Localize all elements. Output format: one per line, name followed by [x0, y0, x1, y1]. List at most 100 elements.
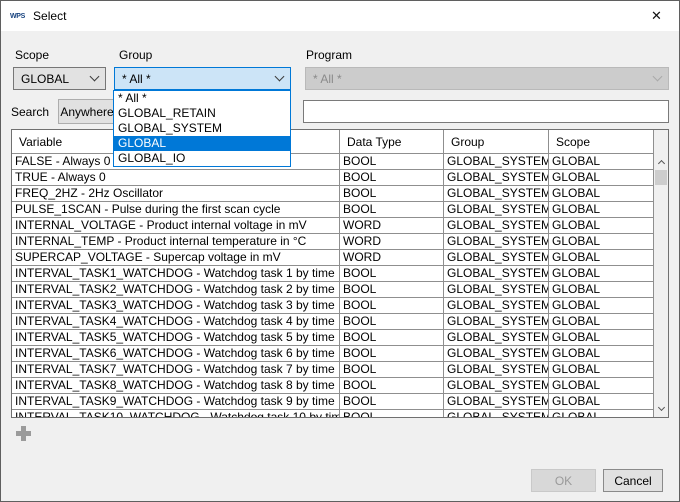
- cell-group: GLOBAL_SYSTEM: [444, 202, 549, 218]
- cell-data-type: BOOL: [340, 378, 444, 394]
- table-row[interactable]: FALSE - Always 0BOOLGLOBAL_SYSTEMGLOBAL: [12, 154, 668, 170]
- search-input[interactable]: [303, 100, 669, 123]
- group-dropdown-option[interactable]: GLOBAL_SYSTEM: [114, 121, 290, 136]
- select-dialog: WPS Select ✕ Scope Group Program GLOBAL …: [0, 0, 680, 502]
- vertical-scrollbar[interactable]: [654, 130, 668, 417]
- cell-scope: GLOBAL: [549, 266, 654, 282]
- scrollbar-thumb[interactable]: [655, 170, 667, 185]
- close-icon: ✕: [651, 8, 662, 23]
- table-row[interactable]: INTERVAL_TASK8_WATCHDOG - Watchdog task …: [12, 378, 668, 394]
- table-row[interactable]: INTERVAL_TASK7_WATCHDOG - Watchdog task …: [12, 362, 668, 378]
- table-row[interactable]: INTERVAL_TASK6_WATCHDOG - Watchdog task …: [12, 346, 668, 362]
- cell-group: GLOBAL_SYSTEM: [444, 234, 549, 250]
- cell-scope: GLOBAL: [549, 298, 654, 314]
- column-header-group: Group: [444, 130, 549, 154]
- cell-variable: INTERVAL_TASK10_WATCHDOG - Watchdog task…: [12, 410, 340, 418]
- scope-select-value: GLOBAL: [21, 72, 69, 86]
- titlebar[interactable]: WPS Select ✕: [1, 1, 679, 31]
- cell-variable: INTERVAL_TASK6_WATCHDOG - Watchdog task …: [12, 346, 340, 362]
- cell-scope: GLOBAL: [549, 282, 654, 298]
- table-row[interactable]: INTERVAL_TASK3_WATCHDOG - Watchdog task …: [12, 298, 668, 314]
- cell-variable: FREQ_2HZ - 2Hz Oscillator: [12, 186, 340, 202]
- cell-scope: GLOBAL: [549, 250, 654, 266]
- cell-scope: GLOBAL: [549, 346, 654, 362]
- cell-data-type: WORD: [340, 218, 444, 234]
- group-dropdown-option[interactable]: * All *: [114, 91, 290, 106]
- cell-variable: INTERVAL_TASK4_WATCHDOG - Watchdog task …: [12, 314, 340, 330]
- cell-group: GLOBAL_SYSTEM: [444, 218, 549, 234]
- cell-scope: GLOBAL: [549, 330, 654, 346]
- program-select-value: * All *: [313, 72, 342, 86]
- plus-icon: [16, 426, 31, 441]
- cell-variable: INTERVAL_TASK7_WATCHDOG - Watchdog task …: [12, 362, 340, 378]
- chevron-down-icon: [657, 404, 664, 411]
- cell-scope: GLOBAL: [549, 154, 654, 170]
- cell-variable: INTERVAL_TASK5_WATCHDOG - Watchdog task …: [12, 330, 340, 346]
- group-label: Group: [119, 48, 152, 62]
- cell-scope: GLOBAL: [549, 234, 654, 250]
- search-label: Search: [11, 105, 49, 119]
- cell-data-type: BOOL: [340, 346, 444, 362]
- chevron-down-icon: [275, 72, 285, 82]
- dialog-content: Scope Group Program GLOBAL * All * * All…: [1, 31, 679, 501]
- cell-variable: INTERVAL_TASK9_WATCHDOG - Watchdog task …: [12, 394, 340, 410]
- cell-group: GLOBAL_SYSTEM: [444, 170, 549, 186]
- cell-data-type: BOOL: [340, 298, 444, 314]
- column-header-data-type: Data Type: [340, 130, 444, 154]
- cell-scope: GLOBAL: [549, 186, 654, 202]
- group-dropdown-option[interactable]: GLOBAL_RETAIN: [114, 106, 290, 121]
- cell-variable: TRUE - Always 0: [12, 170, 340, 186]
- table-row[interactable]: FREQ_2HZ - 2Hz OscillatorBOOLGLOBAL_SYST…: [12, 186, 668, 202]
- group-dropdown-option[interactable]: GLOBAL: [114, 136, 290, 151]
- close-button[interactable]: ✕: [634, 1, 679, 31]
- cell-variable: INTERVAL_TASK3_WATCHDOG - Watchdog task …: [12, 298, 340, 314]
- group-select[interactable]: * All *: [114, 67, 291, 90]
- table-row[interactable]: INTERVAL_TASK10_WATCHDOG - Watchdog task…: [12, 410, 668, 418]
- table-row[interactable]: INTERVAL_TASK1_WATCHDOG - Watchdog task …: [12, 266, 668, 282]
- cell-group: GLOBAL_SYSTEM: [444, 282, 549, 298]
- table-row[interactable]: INTERVAL_TASK5_WATCHDOG - Watchdog task …: [12, 330, 668, 346]
- scope-label: Scope: [15, 48, 49, 62]
- cell-scope: GLOBAL: [549, 314, 654, 330]
- window-title: Select: [33, 9, 66, 23]
- cell-data-type: BOOL: [340, 186, 444, 202]
- table-row[interactable]: SUPERCAP_VOLTAGE - Supercap voltage in m…: [12, 250, 668, 266]
- cell-group: GLOBAL_SYSTEM: [444, 362, 549, 378]
- cell-group: GLOBAL_SYSTEM: [444, 314, 549, 330]
- cell-data-type: BOOL: [340, 202, 444, 218]
- scroll-down-button[interactable]: [654, 401, 668, 417]
- cell-group: GLOBAL_SYSTEM: [444, 266, 549, 282]
- table-row[interactable]: PULSE_1SCAN - Pulse during the first sca…: [12, 202, 668, 218]
- scroll-up-button[interactable]: [654, 154, 668, 170]
- cell-scope: GLOBAL: [549, 202, 654, 218]
- table-row[interactable]: INTERVAL_TASK2_WATCHDOG - Watchdog task …: [12, 282, 668, 298]
- search-mode-button[interactable]: Anywhere: [58, 99, 116, 124]
- group-dropdown-list: * All *GLOBAL_RETAINGLOBAL_SYSTEMGLOBALG…: [113, 90, 291, 167]
- chevron-down-icon: [90, 72, 100, 82]
- cell-group: GLOBAL_SYSTEM: [444, 330, 549, 346]
- cell-scope: GLOBAL: [549, 378, 654, 394]
- group-select-value: * All *: [122, 72, 151, 86]
- variables-table-body: FALSE - Always 0BOOLGLOBAL_SYSTEMGLOBALT…: [12, 154, 668, 418]
- cell-variable: INTERNAL_TEMP - Product internal tempera…: [12, 234, 340, 250]
- cell-data-type: WORD: [340, 250, 444, 266]
- cancel-button[interactable]: Cancel: [603, 469, 663, 492]
- group-dropdown-option[interactable]: GLOBAL_IO: [114, 151, 290, 166]
- program-select: * All *: [305, 67, 669, 90]
- scope-select[interactable]: GLOBAL: [13, 67, 106, 90]
- table-row[interactable]: INTERNAL_VOLTAGE - Product internal volt…: [12, 218, 668, 234]
- table-row[interactable]: INTERVAL_TASK9_WATCHDOG - Watchdog task …: [12, 394, 668, 410]
- cell-scope: GLOBAL: [549, 410, 654, 418]
- add-variable-button[interactable]: [11, 421, 35, 445]
- cell-variable: PULSE_1SCAN - Pulse during the first sca…: [12, 202, 340, 218]
- cell-group: GLOBAL_SYSTEM: [444, 186, 549, 202]
- cell-data-type: BOOL: [340, 410, 444, 418]
- table-row[interactable]: TRUE - Always 0BOOLGLOBAL_SYSTEMGLOBAL: [12, 170, 668, 186]
- cell-variable: INTERVAL_TASK1_WATCHDOG - Watchdog task …: [12, 266, 340, 282]
- cell-scope: GLOBAL: [549, 362, 654, 378]
- table-row[interactable]: INTERVAL_TASK4_WATCHDOG - Watchdog task …: [12, 314, 668, 330]
- app-logo-icon: WPS: [10, 13, 25, 20]
- cell-data-type: BOOL: [340, 170, 444, 186]
- cell-data-type: BOOL: [340, 314, 444, 330]
- table-row[interactable]: INTERNAL_TEMP - Product internal tempera…: [12, 234, 668, 250]
